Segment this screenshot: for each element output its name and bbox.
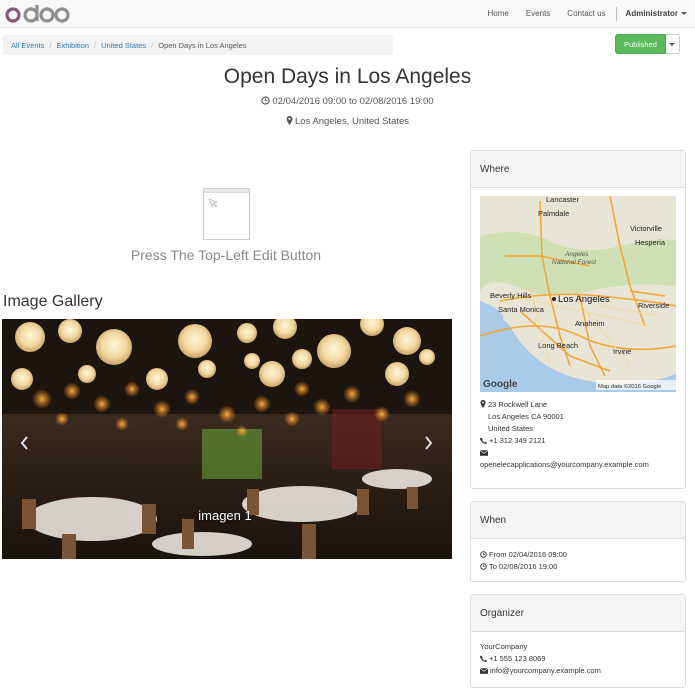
organizer-phone-text: +1 555 123 8069 <box>489 654 546 663</box>
odoo-logo[interactable] <box>5 3 70 25</box>
clock-icon <box>480 551 487 558</box>
chevron-right-icon <box>425 436 433 450</box>
address-street: 23 Rockwell Lane <box>480 399 676 411</box>
map-label-beverly-hills: Beverly Hills <box>490 291 532 300</box>
image-placeholder-icon <box>203 188 250 240</box>
where-email-text[interactable]: openelecapplications@yourcompany.example… <box>480 459 676 471</box>
phone-icon <box>480 655 487 662</box>
envelope-icon <box>480 450 488 456</box>
when-panel: When From 02/04/2016 09:00 To 02/08/2016… <box>470 501 686 582</box>
when-from-text: From 02/04/2016 09:00 <box>489 550 567 559</box>
map-label-irvine: Irvine <box>613 347 631 356</box>
map-label-forest-2: National Forest <box>552 259 597 266</box>
where-phone: +1 312 349 2121 <box>480 435 676 447</box>
address-city: Los Angeles CA 90001 <box>488 412 564 421</box>
breadcrumb-united-states[interactable]: United States <box>101 41 146 50</box>
breadcrumb-separator: / <box>93 40 97 50</box>
nav-home[interactable]: Home <box>487 9 508 18</box>
image-gallery-carousel[interactable] <box>2 319 452 559</box>
breadcrumb-separator: / <box>49 40 52 50</box>
map-label-forest-1: Angeles <box>564 251 589 258</box>
user-menu[interactable]: Administrator <box>626 9 687 18</box>
breadcrumb-all-events[interactable]: All Events <box>11 41 44 50</box>
nav-events[interactable]: Events <box>526 9 550 18</box>
organizer-panel: Organizer YourCompany +1 555 123 8069 in… <box>470 594 686 688</box>
top-navbar: Home Events Contact us Administrator <box>0 0 695 28</box>
address-street-text: 23 Rockwell Lane <box>488 400 548 409</box>
breadcrumb-separator: / <box>151 40 154 50</box>
published-button[interactable]: Published <box>615 34 666 54</box>
edit-placeholder-text: Press The Top-Left Edit Button <box>130 247 322 263</box>
map-label-victorville: Victorville <box>630 224 662 233</box>
map-label-santa-monica: Santa Monica <box>498 305 545 314</box>
publish-button-group: Published <box>615 34 680 54</box>
chevron-left-icon <box>20 436 28 450</box>
location-map[interactable]: Lancaster Palmdale Victorville Hesperia … <box>480 196 676 392</box>
user-menu-label: Administrator <box>625 9 678 18</box>
publish-dropdown-toggle[interactable] <box>665 34 680 54</box>
map-image: Lancaster Palmdale Victorville Hesperia … <box>480 196 676 392</box>
gallery-caption: imagen 1 <box>198 508 252 523</box>
phone-icon <box>480 437 487 444</box>
map-label-palmdale: Palmdale <box>538 209 569 218</box>
where-heading: Where <box>471 151 685 188</box>
gallery-image <box>2 319 452 559</box>
when-to-text: To 02/08/2016 19:00 <box>489 562 558 571</box>
event-title: Open Days in Los Angeles <box>223 65 472 88</box>
when-heading: When <box>471 502 685 539</box>
where-email <box>480 447 676 459</box>
map-label-hesperia: Hesperia <box>635 238 666 247</box>
breadcrumb: All Events / Exhibition / United States … <box>3 35 393 55</box>
where-phone-text: +1 312 349 2121 <box>489 436 546 445</box>
organizer-phone: +1 555 123 8069 <box>480 653 676 665</box>
where-panel: Where Lancaster Palmdale Victorville Hes… <box>470 150 686 489</box>
address-country: United States <box>488 424 534 433</box>
clock-icon <box>261 96 271 105</box>
clock-icon <box>480 563 487 570</box>
map-marker-icon <box>286 116 293 125</box>
google-logo: Google <box>483 379 518 390</box>
event-date-end: 02/08/2016 19:00 <box>359 96 434 107</box>
caret-down-icon <box>669 42 676 46</box>
event-location: Los Angeles, United States <box>0 116 695 127</box>
event-dates: 02/04/2016 09:00 to 02/08/2016 19:00 <box>0 96 695 107</box>
breadcrumb-current: Open Days in Los Angeles <box>158 40 247 50</box>
map-marker-icon <box>480 400 486 408</box>
caret-down-icon <box>681 12 687 16</box>
gallery-next-button[interactable] <box>424 436 433 453</box>
envelope-icon <box>480 668 488 674</box>
organizer-name: YourCompany <box>480 642 528 651</box>
map-label-riverside: Riverside <box>638 301 669 310</box>
when-from: From 02/04/2016 09:00 <box>480 549 676 561</box>
event-date-start: 02/04/2016 09:00 <box>272 96 347 107</box>
gallery-prev-button[interactable] <box>20 436 29 453</box>
event-date-to: to <box>349 96 357 107</box>
breadcrumb-exhibition[interactable]: Exhibition <box>56 41 89 50</box>
map-label-anaheim: Anaheim <box>575 319 605 328</box>
gallery-title: Image Gallery <box>3 293 103 310</box>
organizer-heading: Organizer <box>471 595 685 632</box>
map-label-long-beach: Long Beach <box>538 341 578 350</box>
nav-divider <box>615 6 617 21</box>
organizer-email-text: info@yourcompany.example.com <box>490 666 601 675</box>
map-label-lancaster: Lancaster <box>546 196 579 204</box>
nav-contact-us[interactable]: Contact us <box>567 9 605 18</box>
organizer-email[interactable]: info@yourcompany.example.com <box>480 665 676 677</box>
map-label-los-angeles: Los Angeles <box>558 294 610 305</box>
event-location-text: Los Angeles, United States <box>294 116 410 127</box>
when-to: To 02/08/2016 19:00 <box>480 561 676 573</box>
map-attribution: Map data ©2016 Google <box>598 383 661 390</box>
